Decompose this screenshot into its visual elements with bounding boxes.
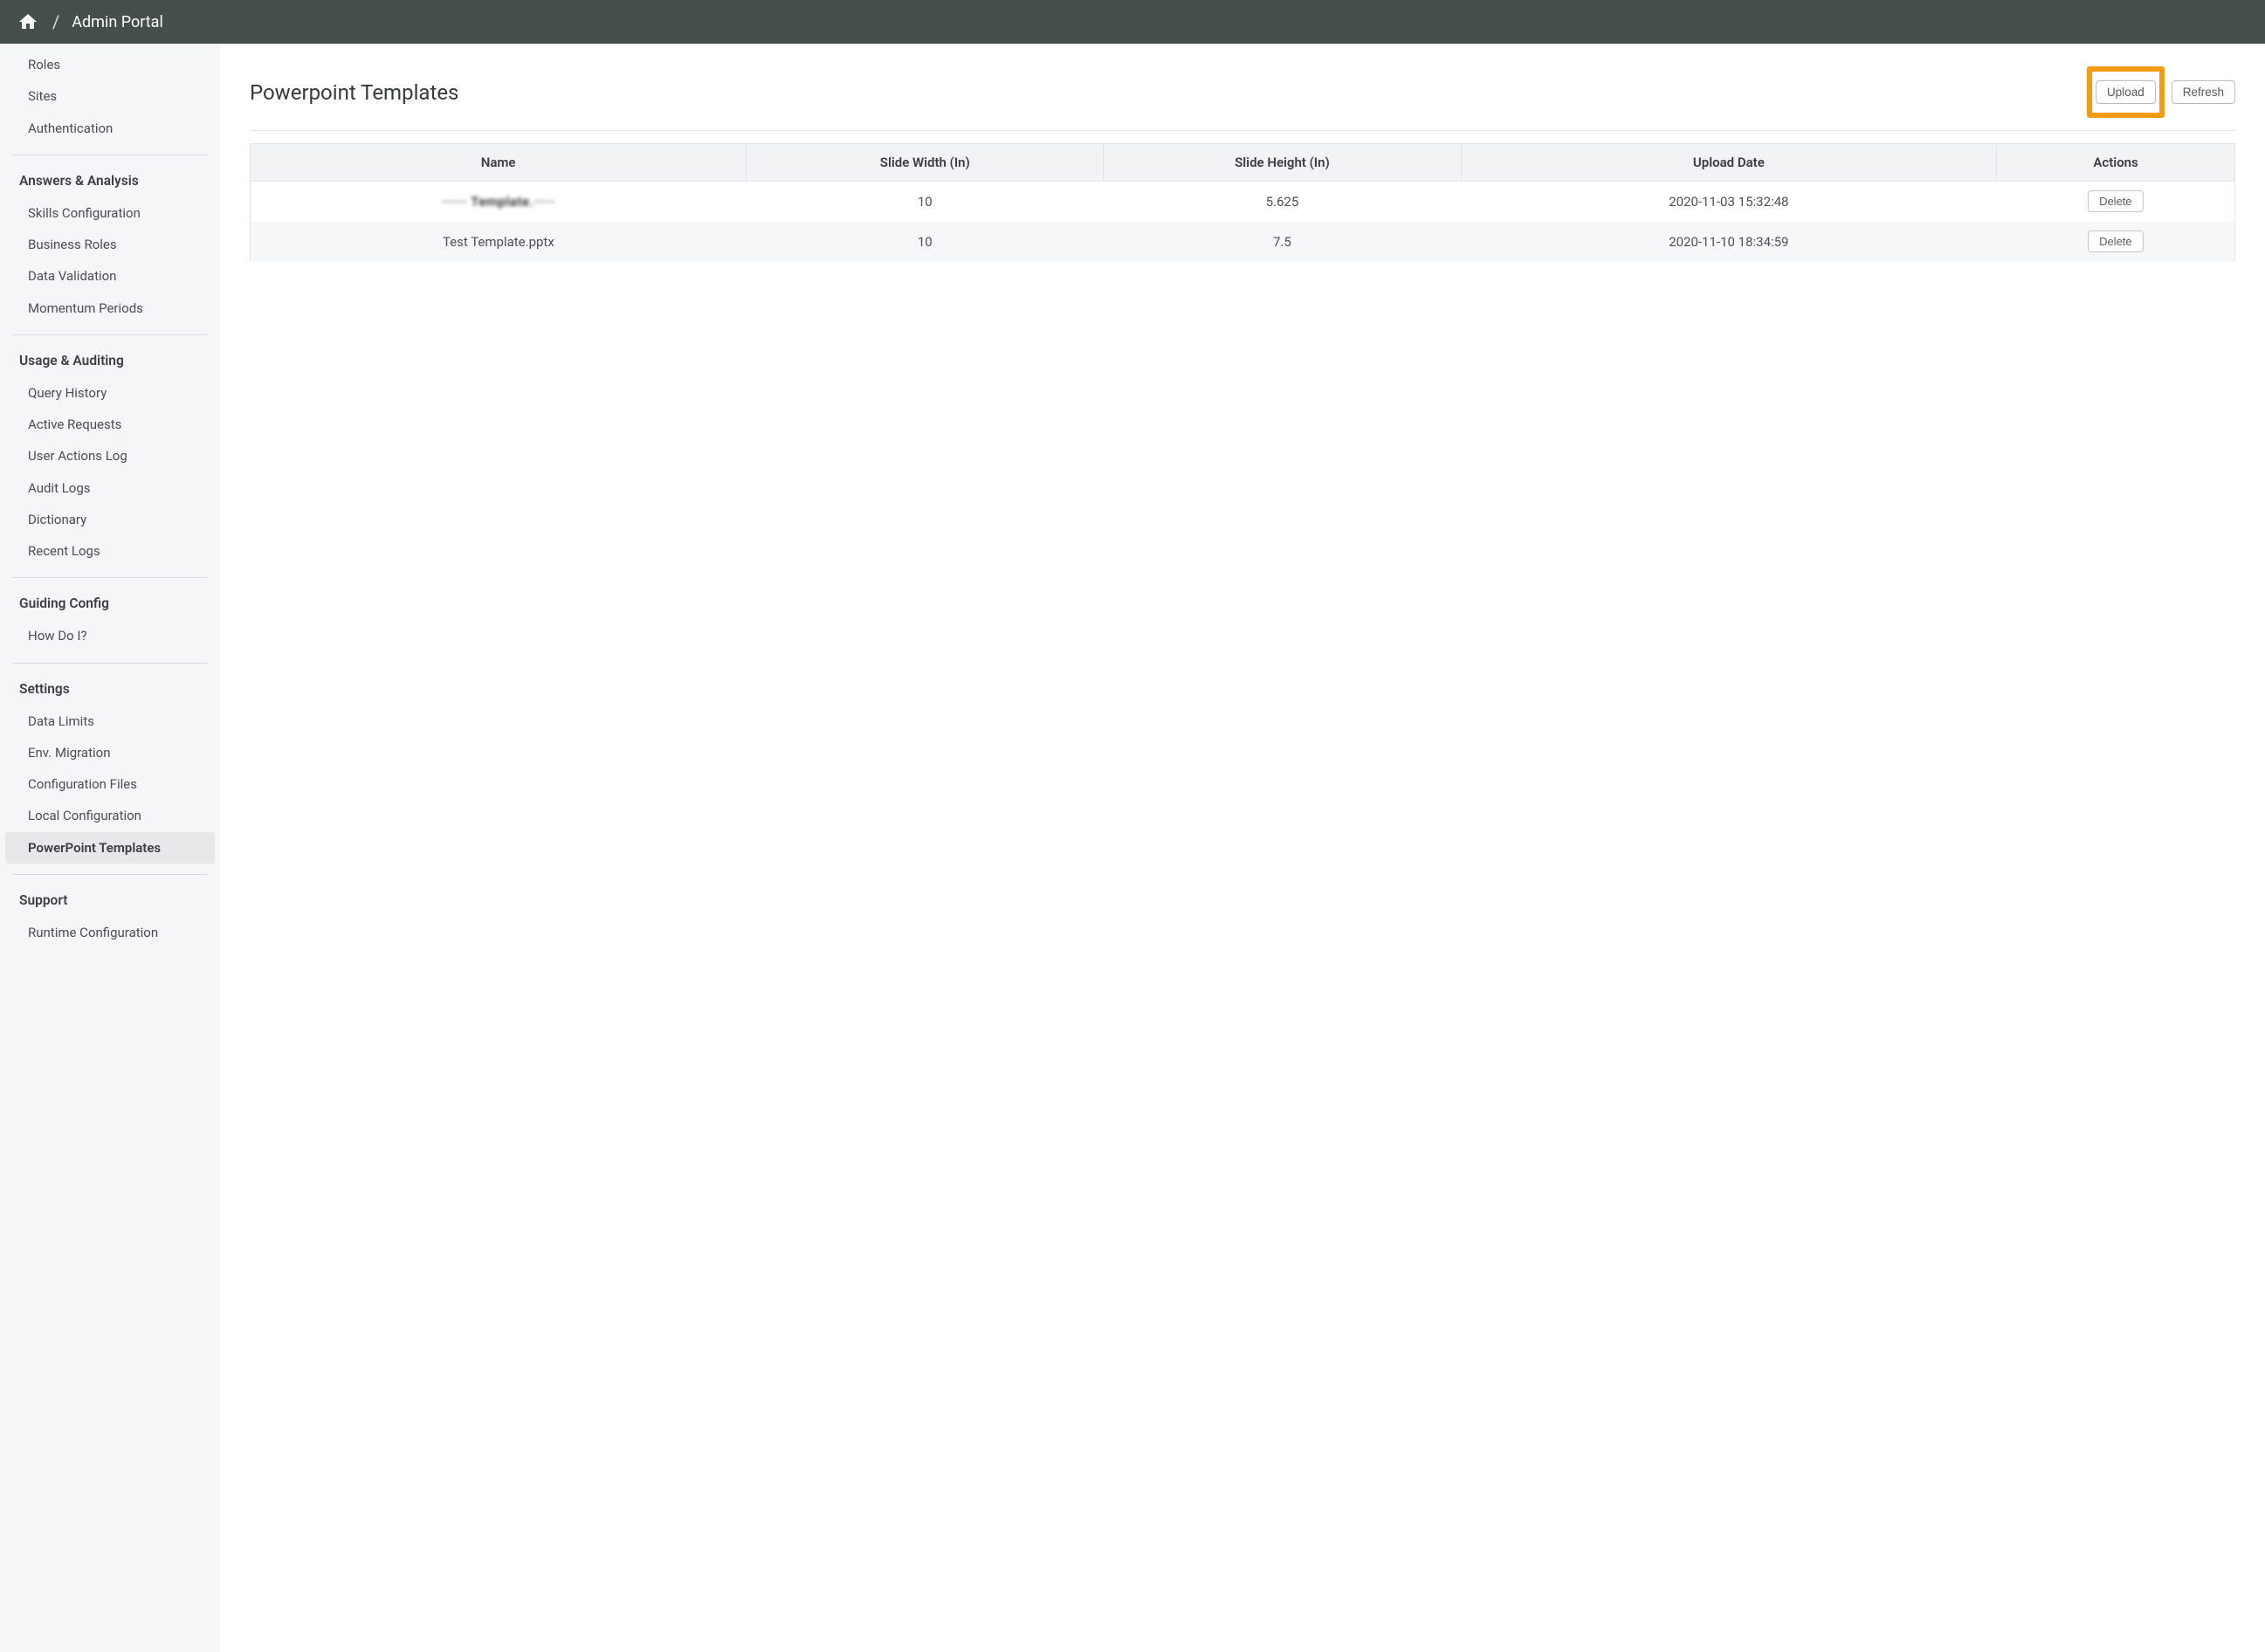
sidebar-item[interactable]: Business Roles (0, 229, 220, 260)
breadcrumb-separator: / (52, 11, 59, 32)
main-content: Powerpoint Templates Upload Refresh Name… (220, 44, 2265, 1652)
sidebar: RolesSitesAuthentication Answers & Analys… (0, 44, 220, 1652)
cell-upload-date: 2020-11-03 15:32:48 (1461, 182, 1997, 222)
sidebar-item[interactable]: User Actions Log (0, 440, 220, 472)
sidebar-item[interactable]: Local Configuration (0, 800, 220, 831)
sidebar-item[interactable]: Dictionary (0, 504, 220, 535)
sidebar-item[interactable]: Data Limits (0, 706, 220, 737)
delete-button[interactable]: Delete (2088, 231, 2144, 252)
sidebar-section-title: Support (0, 887, 220, 913)
sidebar-item[interactable]: Runtime Configuration (0, 917, 220, 948)
cell-width: 10 (747, 222, 1104, 262)
th-actions: Actions (1997, 144, 2235, 182)
sidebar-item[interactable]: Data Validation (0, 260, 220, 292)
th-name: Name (251, 144, 747, 182)
cell-width: 10 (747, 182, 1104, 222)
cell-name: Test Template.pptx (251, 222, 747, 262)
table-header-row: Name Slide Width (In) Slide Height (In) … (251, 144, 2235, 182)
sidebar-item[interactable]: Skills Configuration (0, 197, 220, 229)
cell-actions: Delete (1997, 182, 2235, 222)
sidebar-section-title: Usage & Auditing (0, 348, 220, 374)
sidebar-section-title: Settings (0, 676, 220, 702)
th-width: Slide Width (In) (747, 144, 1104, 182)
breadcrumb-title[interactable]: Admin Portal (72, 13, 163, 31)
cell-height: 7.5 (1104, 222, 1461, 262)
sidebar-section-title: Guiding Config (0, 590, 220, 616)
sidebar-item[interactable]: Roles (0, 49, 220, 80)
table-row: ······ Template.·····105.6252020-11-03 1… (251, 182, 2235, 222)
sidebar-item[interactable]: Query History (0, 377, 220, 409)
th-upload-date: Upload Date (1461, 144, 1997, 182)
sidebar-item[interactable]: Momentum Periods (0, 293, 220, 324)
refresh-button[interactable]: Refresh (2172, 80, 2235, 104)
table-row: Test Template.pptx107.52020-11-10 18:34:… (251, 222, 2235, 262)
templates-table: Name Slide Width (In) Slide Height (In) … (250, 143, 2235, 262)
delete-button[interactable]: Delete (2088, 190, 2144, 212)
upload-button[interactable]: Upload (2096, 80, 2156, 104)
th-height: Slide Height (In) (1104, 144, 1461, 182)
sidebar-item[interactable]: Sites (0, 80, 220, 112)
divider (12, 874, 208, 875)
divider (12, 663, 208, 664)
sidebar-item[interactable]: Audit Logs (0, 472, 220, 504)
home-icon[interactable] (17, 11, 38, 32)
sidebar-item[interactable]: Recent Logs (0, 535, 220, 567)
page-title: Powerpoint Templates (250, 80, 458, 105)
cell-upload-date: 2020-11-10 18:34:59 (1461, 222, 1997, 262)
cell-actions: Delete (1997, 222, 2235, 262)
header-actions: Upload Refresh (2087, 66, 2235, 118)
sidebar-item[interactable]: Authentication (0, 113, 220, 144)
top-bar: / Admin Portal (0, 0, 2265, 44)
sidebar-item[interactable]: How Do I? (0, 620, 220, 651)
cell-height: 5.625 (1104, 182, 1461, 222)
sidebar-item[interactable]: Env. Migration (0, 737, 220, 768)
sidebar-item[interactable]: PowerPoint Templates (5, 832, 215, 864)
upload-highlight-box: Upload (2087, 66, 2165, 118)
divider (12, 334, 208, 335)
page-header: Powerpoint Templates Upload Refresh (250, 66, 2235, 131)
sidebar-item[interactable]: Configuration Files (0, 768, 220, 800)
sidebar-section-title: Answers & Analysis (0, 168, 220, 194)
cell-name: ······ Template.····· (251, 182, 747, 222)
sidebar-item[interactable]: Active Requests (0, 409, 220, 440)
divider (12, 577, 208, 578)
